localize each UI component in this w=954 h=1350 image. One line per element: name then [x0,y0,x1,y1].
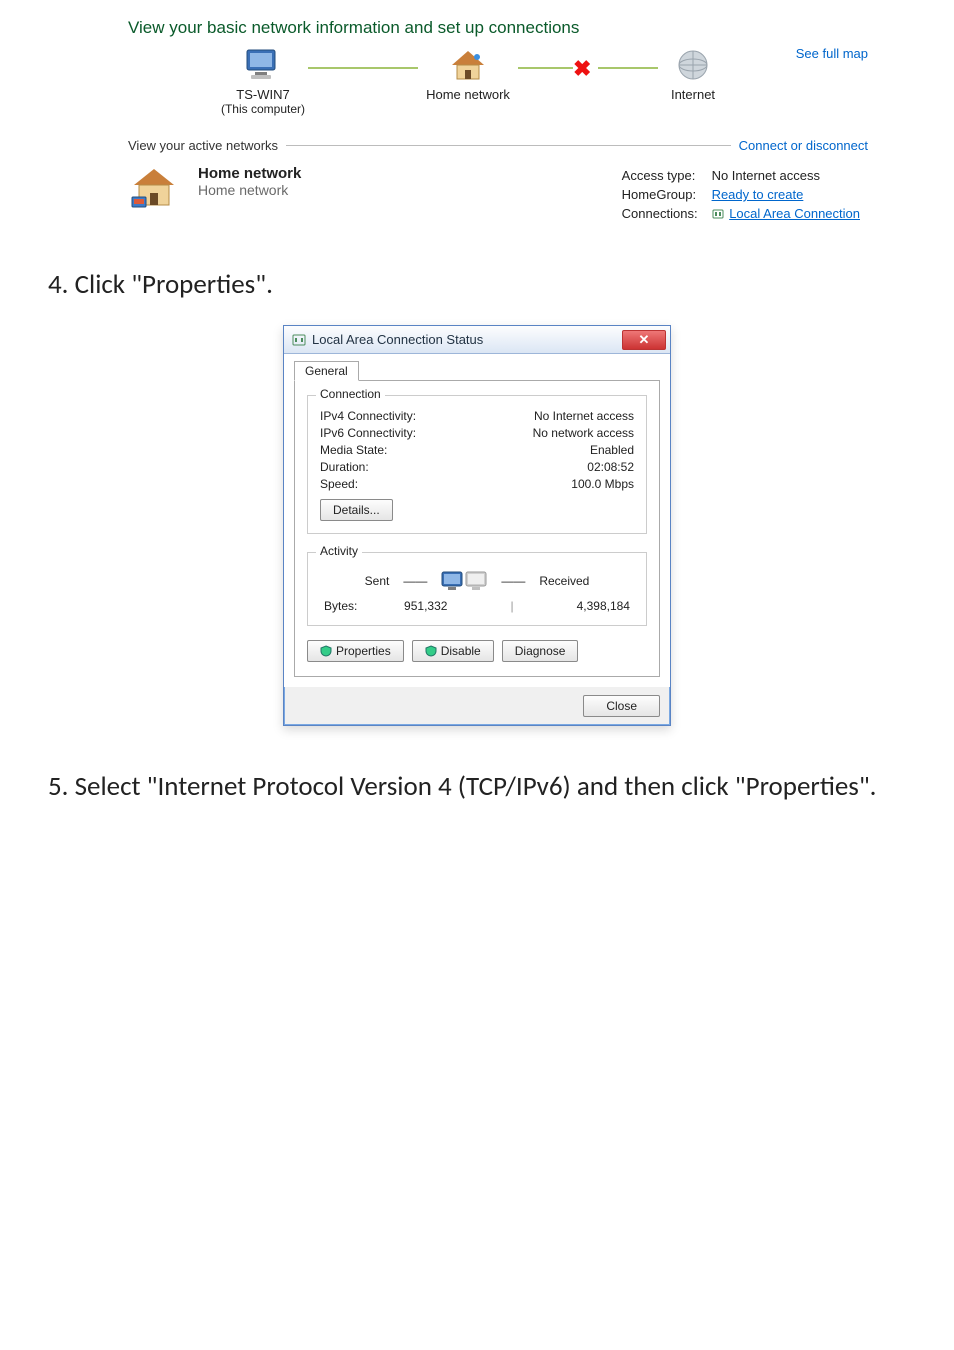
properties-button-label: Properties [336,644,391,658]
divider [286,145,731,146]
computer-icon [243,48,283,82]
divider: | [510,599,513,613]
node-this-computer: TS-WIN7 (This computer) [178,48,348,116]
monitor-recv-icon [465,571,487,591]
house-icon [448,48,488,82]
network-type: Home network [198,182,301,198]
node-this-label: TS-WIN7 [178,87,348,102]
disable-button[interactable]: Disable [412,640,494,662]
close-dialog-button[interactable]: Close [583,695,660,717]
shield-icon [425,645,437,657]
monitor-sent-icon [441,571,463,591]
step-4-text: 4. Click "Properties". [48,268,906,301]
network-map: See full map TS-WIN7 (This computer) [128,44,868,134]
group-connection-legend: Connection [316,387,385,401]
dialog-title: Local Area Connection Status [312,332,616,347]
disable-button-label: Disable [441,644,481,658]
step-5-text: 5. Select "Internet Protocol Version 4 (… [48,770,906,803]
properties-button[interactable]: Properties [307,640,404,662]
home-network-icon [128,165,180,209]
connection-status-dialog: Local Area Connection Status ✕ General C… [283,325,671,726]
dash-icon: —— [501,574,525,588]
duration-label: Duration: [320,460,369,474]
connection-line [308,67,418,69]
network-name[interactable]: Home network [198,165,301,182]
network-sharing-center: View your basic network information and … [128,18,868,224]
ipv4-label: IPv4 Connectivity: [320,409,416,423]
homegroup-link[interactable]: Ready to create [712,187,804,202]
details-button[interactable]: Details... [320,499,393,521]
nsc-title: View your basic network information and … [128,18,868,38]
speed-value: 100.0 Mbps [571,477,634,491]
section-label: View your active networks [128,138,278,153]
tab-general[interactable]: General [294,361,359,381]
home-network-block: Home network Home network [198,165,301,198]
node-home-network: Home network [408,48,528,102]
shield-icon [320,645,332,657]
duration-value: 02:08:52 [587,460,634,474]
connect-disconnect-link[interactable]: Connect or disconnect [739,138,868,153]
connections-label: Connections: [616,205,704,222]
access-type-value: No Internet access [706,167,866,184]
bytes-recv-value: 4,398,184 [577,599,630,613]
see-full-map-link[interactable]: See full map [796,46,868,61]
ipv4-value: No Internet access [534,409,634,423]
bytes-sent-value: 951,332 [404,599,447,613]
homegroup-label: HomeGroup: [616,186,704,203]
connection-error-icon: ✖ [573,56,591,82]
node-home-label: Home network [408,87,528,102]
media-state-value: Enabled [590,443,634,457]
close-button[interactable]: ✕ [622,330,666,350]
node-this-sublabel: (This computer) [178,102,348,116]
speed-label: Speed: [320,477,358,491]
connection-link[interactable]: Local Area Connection [729,206,860,221]
group-activity-legend: Activity [316,544,362,558]
network-details: Access type: No Internet access HomeGrou… [614,165,868,224]
globe-icon [674,48,712,82]
ethernet-icon [292,333,306,347]
ipv6-value: No network access [533,426,634,440]
sent-label: Sent [365,574,390,588]
section-view-active-networks: View your active networks Connect or dis… [128,138,868,153]
ethernet-icon [712,208,724,220]
node-internet: Internet [633,48,753,102]
bytes-label: Bytes: [324,599,357,613]
received-label: Received [539,574,589,588]
node-internet-label: Internet [633,87,753,102]
dash-icon: —— [403,574,427,588]
access-type-label: Access type: [616,167,704,184]
ipv6-label: IPv6 Connectivity: [320,426,416,440]
media-state-label: Media State: [320,443,387,457]
diagnose-button[interactable]: Diagnose [502,640,579,662]
connection-line [518,67,573,69]
